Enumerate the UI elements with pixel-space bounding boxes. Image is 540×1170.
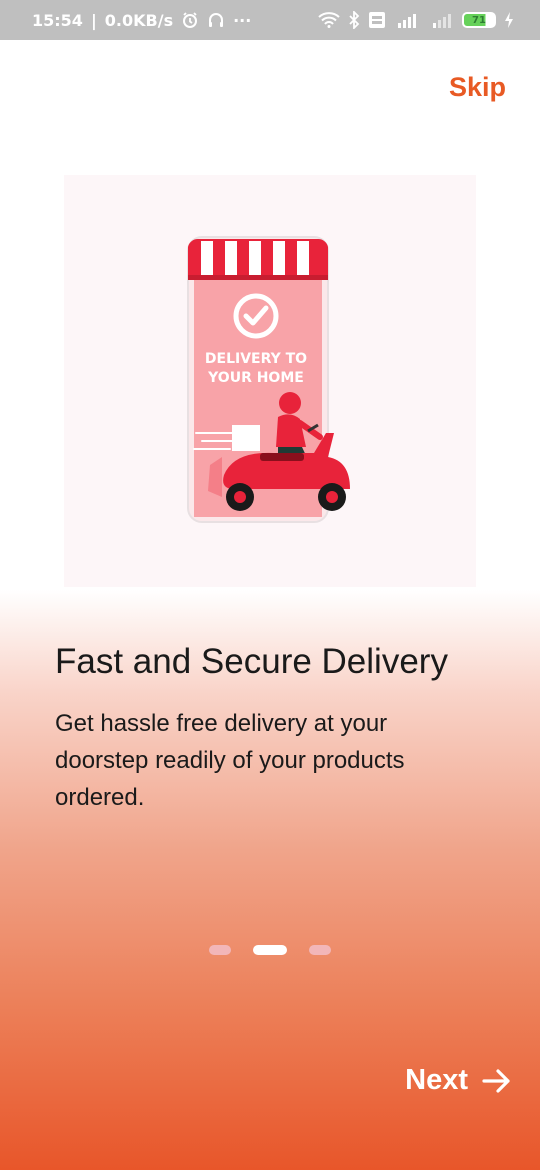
page-indicator: [0, 945, 540, 955]
headset-icon: [207, 11, 225, 29]
onboarding-title: Fast and Secure Delivery: [55, 642, 448, 681]
status-network-speed: 0.0KB/s: [104, 10, 174, 30]
alarm-icon: [181, 11, 199, 29]
next-button[interactable]: Next: [405, 1064, 512, 1097]
next-label: Next: [405, 1064, 468, 1096]
signal-weak-icon: [430, 11, 454, 29]
onboarding-description: Get hassle free delivery at your doorste…: [55, 710, 405, 811]
more-notifications-icon: ···: [233, 10, 252, 30]
skip-button[interactable]: Skip: [449, 72, 506, 103]
battery-level: 71: [472, 14, 486, 26]
status-time: 15:54: [32, 10, 83, 30]
battery-icon: 71: [462, 12, 496, 28]
signal-4g-icon: [394, 11, 422, 29]
wifi-icon: [318, 12, 340, 28]
page-indicator-dot: [209, 945, 231, 955]
status-bar: 15:54 | 0.0KB/s ··· 71: [0, 0, 540, 40]
page-indicator-dot-active: [253, 945, 287, 955]
illustration-caption-line2: YOUR HOME: [207, 370, 304, 386]
status-separator: |: [90, 10, 97, 30]
charging-icon: [504, 11, 514, 29]
arrow-right-icon: [482, 1068, 512, 1094]
bluetooth-icon: [348, 11, 360, 29]
page-indicator-dot: [309, 945, 331, 955]
illustration-caption-line1: DELIVERY TO: [205, 351, 307, 367]
delivery-illustration: DELIVERY TO YOUR HOME: [64, 175, 476, 587]
volte-icon: [368, 11, 386, 29]
